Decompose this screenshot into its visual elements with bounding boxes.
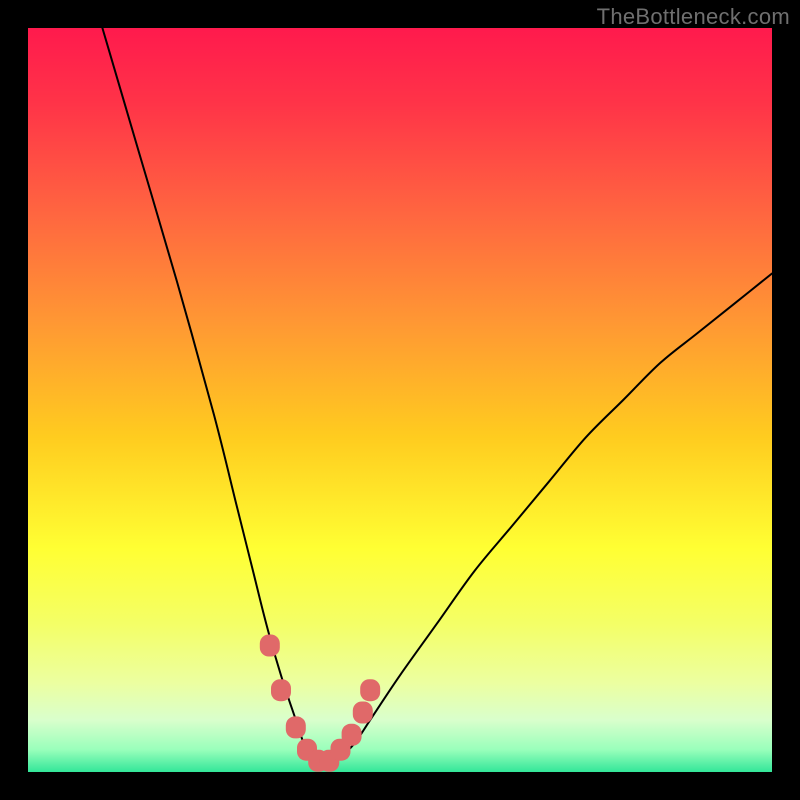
- marker-point: [342, 724, 362, 746]
- watermark-text: TheBottleneck.com: [597, 4, 790, 30]
- highlight-markers: [260, 635, 380, 772]
- chart-frame: TheBottleneck.com: [0, 0, 800, 800]
- curve-layer: [28, 28, 772, 772]
- marker-point: [353, 702, 373, 724]
- marker-point: [360, 679, 380, 701]
- marker-point: [271, 679, 291, 701]
- marker-point: [286, 716, 306, 738]
- plot-area: [28, 28, 772, 772]
- bottleneck-curve: [102, 28, 772, 766]
- marker-point: [260, 635, 280, 657]
